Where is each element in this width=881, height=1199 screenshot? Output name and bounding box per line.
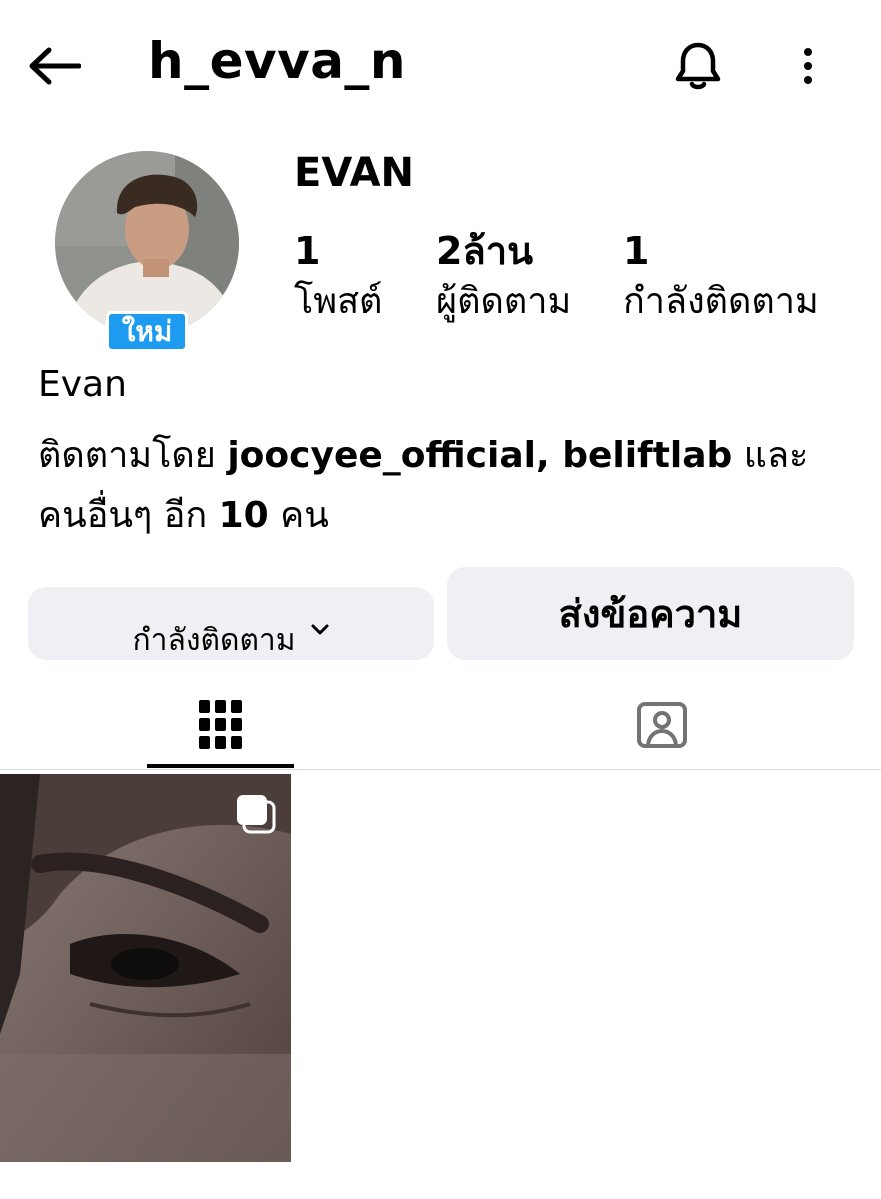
followed-by-suffix: คน <box>268 495 329 536</box>
followed-by-line2-prefix: คนอื่นๆ อีก <box>38 495 219 536</box>
followed-by-middle: และ <box>732 435 809 476</box>
stat-following-count: 1 <box>623 229 650 273</box>
profile-username: h_evva_n <box>148 32 407 90</box>
tagged-person-icon <box>636 702 687 748</box>
grid-icon <box>198 700 242 749</box>
bio-name: Evan <box>38 364 127 405</box>
stat-posts-label: โพสต์ <box>294 281 383 322</box>
active-tab-indicator <box>147 764 294 768</box>
stat-followers-count: 2ล้าน <box>436 229 534 273</box>
stat-posts[interactable]: 1 โพสต์ <box>294 228 382 330</box>
stat-followers[interactable]: 2ล้าน ผู้ติดตาม <box>436 228 571 330</box>
bell-icon <box>675 42 721 90</box>
stat-following-label: กำลังติดตาม <box>623 281 819 322</box>
more-vertical-icon <box>804 48 812 84</box>
following-button[interactable]: กำลังติดตาม <box>28 587 434 660</box>
more-options-button[interactable] <box>786 38 830 94</box>
notifications-button[interactable] <box>668 36 728 96</box>
stat-following[interactable]: 1 กำลังติดตาม <box>623 228 819 330</box>
stat-followers-label: ผู้ติดตาม <box>436 281 572 322</box>
display-name: EVAN <box>294 150 414 196</box>
tab-posts-grid[interactable] <box>147 680 294 770</box>
message-button-label: ส่งข้อความ <box>558 592 743 636</box>
followed-by-prefix: ติดตามโดย <box>38 435 228 476</box>
top-bar: h_evva_n <box>0 0 881 130</box>
followed-by-text[interactable]: ติดตามโดย joocyee_official, beliftlab แล… <box>38 426 858 546</box>
arrow-left-icon <box>29 47 81 85</box>
new-story-badge: ใหม่ <box>106 311 188 352</box>
message-button[interactable]: ส่งข้อความ <box>447 567 854 660</box>
tabs-divider <box>0 769 881 770</box>
followed-by-accounts: joocyee_official, beliftlab <box>227 435 733 476</box>
tab-tagged[interactable] <box>588 680 735 770</box>
multiple-images-icon <box>237 795 276 834</box>
chevron-down-icon <box>311 624 329 634</box>
stat-posts-count: 1 <box>294 229 321 273</box>
back-button[interactable] <box>24 40 84 92</box>
following-button-label: กำลังติดตาม <box>132 623 296 658</box>
followed-by-count: 10 <box>218 495 269 536</box>
profile-avatar[interactable] <box>55 151 239 335</box>
